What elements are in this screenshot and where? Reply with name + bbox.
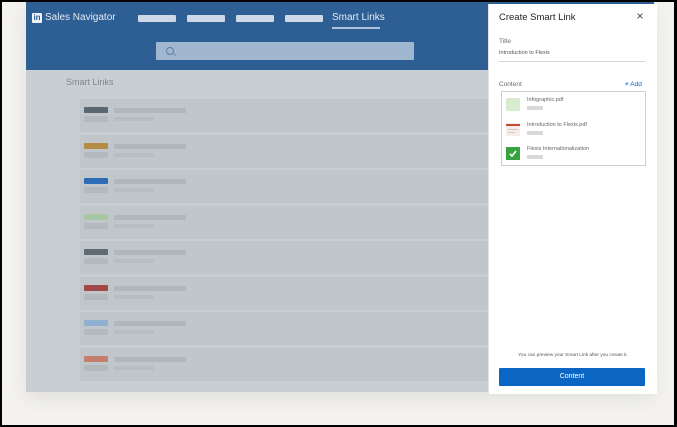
primary-button[interactable]: Content: [499, 368, 645, 386]
item-title-placeholder: [114, 356, 186, 362]
title-field-underline: [499, 61, 645, 62]
nav-item-3[interactable]: [236, 15, 274, 22]
create-smart-link-panel: Create Smart Link × Title Introduction t…: [488, 4, 657, 394]
nav-item-2[interactable]: [187, 15, 225, 22]
item-subtitle-placeholder: [114, 117, 154, 121]
page-title: Smart Links: [66, 77, 114, 87]
item-thumbnail: [84, 320, 108, 326]
search-input[interactable]: [156, 42, 414, 60]
item-thumbnail: [84, 178, 108, 184]
pdf-thumbnail-graphic: [506, 123, 520, 136]
item-thumbnail-sub: [84, 293, 108, 300]
title-label: Title: [499, 38, 512, 45]
content-item-name: Introduction to Flexis.pdf: [527, 122, 587, 128]
item-thumbnail-sub: [84, 222, 108, 229]
item-title-placeholder: [114, 143, 186, 149]
item-title-placeholder: [114, 321, 186, 326]
plus-icon: +: [625, 81, 629, 88]
item-thumbnail: [84, 249, 108, 255]
item-thumbnail: [84, 107, 108, 113]
item-subtitle-placeholder: [114, 223, 154, 228]
item-thumbnail-sub: [84, 116, 108, 122]
spreadsheet-graphic: [506, 147, 520, 160]
content-label: Content: [499, 81, 522, 88]
item-thumbnail: [84, 213, 108, 220]
content-item[interactable]: Introduction to Flexis.pdf: [506, 120, 642, 140]
content-item-name: Infographic.pdf: [527, 97, 564, 103]
item-subtitle-placeholder: [114, 152, 154, 157]
item-subtitle-placeholder: [114, 365, 154, 370]
item-title-placeholder: [114, 250, 186, 255]
item-thumbnail: [84, 142, 108, 149]
nav-item-1[interactable]: [138, 15, 176, 22]
item-subtitle-placeholder: [114, 294, 154, 299]
title-field[interactable]: Introduction to Flexis: [499, 50, 550, 56]
logo-text: Sales Navigator: [45, 12, 116, 23]
item-subtitle-placeholder: [114, 330, 154, 334]
pdf-thumbnail-icon: [506, 123, 520, 136]
linkedin-icon: in: [32, 12, 42, 23]
item-subtitle-placeholder: [114, 188, 154, 192]
content-item-meta-placeholder: [527, 131, 543, 135]
item-title-placeholder: [114, 179, 186, 184]
item-thumbnail-sub: [84, 258, 108, 264]
active-tab-underline: [332, 27, 380, 29]
item-thumbnail: [84, 284, 108, 291]
content-item-meta-placeholder: [527, 155, 543, 159]
content-item[interactable]: Infographic.pdf: [506, 95, 642, 115]
spreadsheet-icon: [506, 147, 520, 160]
content-item[interactable]: Flexis Internationalization: [506, 144, 642, 164]
item-thumbnail-sub: [84, 329, 108, 335]
add-content-button[interactable]: + Add: [625, 81, 642, 88]
content-item-name: Flexis Internationalization: [527, 146, 590, 152]
item-subtitle-placeholder: [114, 259, 154, 263]
panel-title: Create Smart Link: [499, 12, 576, 23]
item-title-placeholder: [114, 214, 186, 220]
content-list: Infographic.pdf Introduction to Flexis.p…: [501, 91, 646, 166]
item-thumbnail-sub: [84, 187, 108, 193]
item-title-placeholder: [114, 285, 186, 291]
content-item-meta-placeholder: [527, 106, 543, 110]
nav-item-smart-links[interactable]: Smart Links: [332, 12, 385, 23]
browser-window: in Sales Navigator Smart Links Smart Lin…: [2, 2, 674, 425]
search-icon: [166, 47, 174, 55]
item-thumbnail-sub: [84, 151, 108, 158]
close-icon[interactable]: ×: [633, 9, 647, 23]
add-label: Add: [630, 81, 642, 88]
image-thumbnail-icon: [506, 98, 520, 111]
sales-navigator-logo[interactable]: in Sales Navigator: [32, 12, 116, 23]
item-title-placeholder: [114, 108, 186, 113]
footer-note: You can preview your Smart Link after yo…: [518, 353, 628, 358]
nav-item-4[interactable]: [285, 15, 323, 22]
item-thumbnail-sub: [84, 364, 108, 371]
item-thumbnail: [84, 355, 108, 362]
